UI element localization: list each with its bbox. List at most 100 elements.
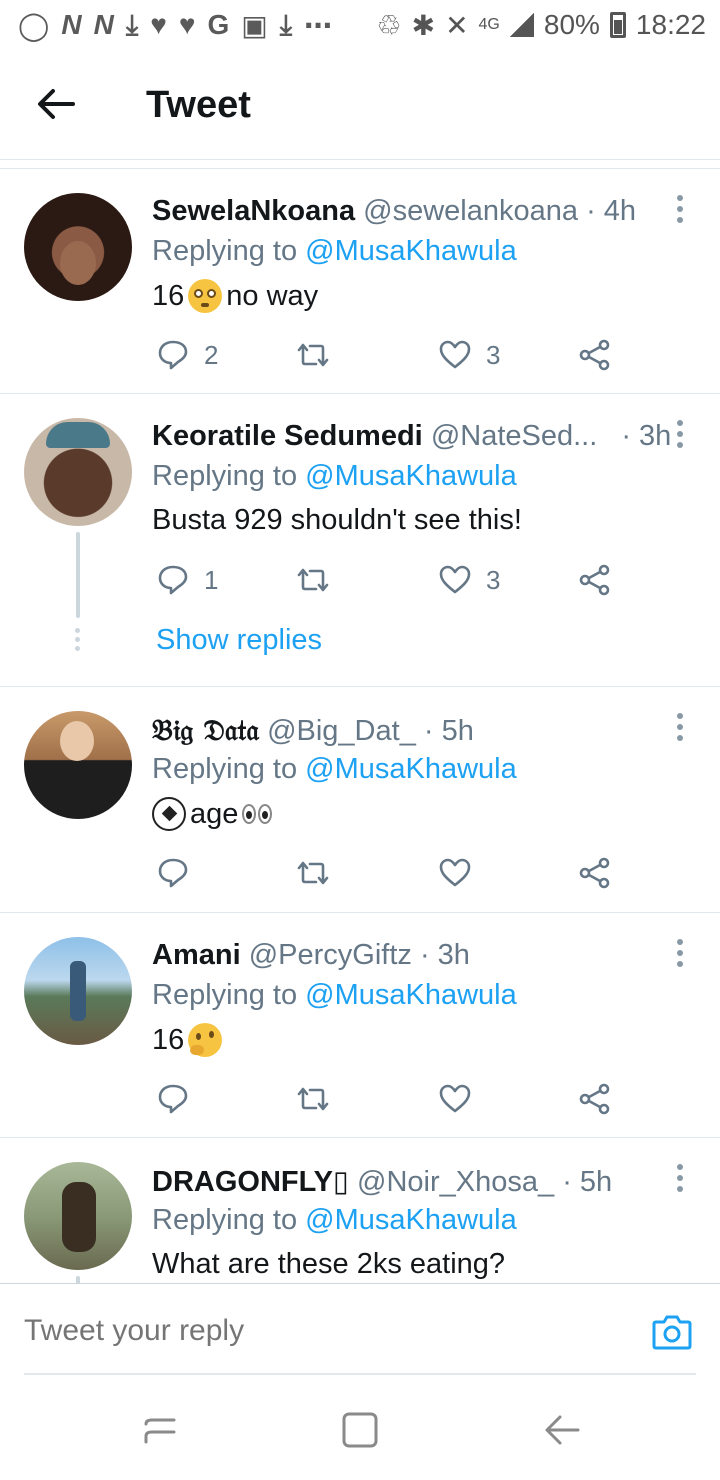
author-name[interactable]: DRAGONFLY▯ (152, 1166, 349, 1198)
tweet-text: What are these 2ks eating? (152, 1248, 506, 1280)
recycle-icon: ♲ (376, 9, 402, 41)
thinking-face-icon (188, 1023, 223, 1057)
author-handle[interactable]: @Big_Dat_ (267, 715, 416, 747)
eyes-icon (242, 804, 273, 824)
network-label: 4G (478, 16, 500, 33)
author-name[interactable]: SewelaNkoana (152, 195, 355, 227)
reply-composer (0, 1283, 720, 1378)
retweet-button[interactable] (296, 560, 330, 600)
heart-icon (439, 565, 471, 594)
reply-input[interactable] (24, 1314, 604, 1348)
like-button[interactable]: 3 (438, 560, 500, 600)
mention-link[interactable]: @MusaKhawula (305, 460, 517, 492)
retweet-icon (297, 343, 329, 367)
avatar[interactable] (24, 1162, 132, 1270)
notification-icons: ◯ N N ⤓ ♥ ♥ G ▣ ⤓ ⋯ (18, 9, 332, 42)
flushed-face-icon (188, 279, 223, 313)
author-name[interactable]: Amani (152, 939, 241, 971)
mention-link[interactable]: @MusaKhawula (305, 1204, 517, 1236)
replying-to: Replying to @MusaKhawula (152, 235, 517, 268)
more-options-icon[interactable] (670, 414, 690, 454)
page-title: Tweet (146, 84, 251, 126)
tweet-actions: 2 3 (152, 335, 622, 375)
tweet-header: Keoratile Sedumedi @NateSed... · 3h (152, 420, 671, 453)
retweet-icon (297, 861, 329, 885)
tweet-reply[interactable]: 𝔅𝔦𝔤 𝔇𝔞𝔱𝔞 @Big_Dat_ · 5h Replying to @Mus… (0, 687, 720, 913)
reply-button[interactable] (156, 1079, 190, 1119)
share-icon (579, 1083, 610, 1115)
recent-apps-icon[interactable] (140, 1410, 180, 1450)
author-name[interactable]: 𝔅𝔦𝔤 𝔇𝔞𝔱𝔞 (152, 713, 259, 747)
author-handle[interactable]: @NateSed... (431, 420, 597, 452)
camera-icon[interactable] (650, 1310, 694, 1354)
more-options-icon[interactable] (670, 1158, 690, 1198)
reply-icon (158, 565, 188, 595)
reply-icon (158, 340, 188, 370)
avatar[interactable] (24, 418, 132, 526)
thread-line (76, 532, 80, 618)
tweet-time: · 3h (621, 420, 672, 452)
back-icon[interactable] (542, 1410, 582, 1450)
share-button[interactable] (578, 560, 612, 600)
like-count: 3 (486, 564, 501, 595)
tweet-header: SewelaNkoana @sewelankoana · 4h (152, 195, 636, 228)
twitter-icon: ♥ (150, 9, 167, 40)
battery-icon (609, 12, 626, 38)
n-icon: N (93, 9, 114, 40)
share-button[interactable] (578, 1079, 612, 1119)
like-button[interactable] (438, 853, 472, 893)
share-button[interactable] (578, 335, 612, 375)
author-handle[interactable]: @Noir_Xhosa_ (357, 1166, 554, 1198)
share-icon (579, 339, 610, 371)
gallery-icon: ▣ (241, 9, 268, 41)
tweet-header: DRAGONFLY▯ @Noir_Xhosa_ · 5h (152, 1164, 612, 1199)
avatar[interactable] (24, 937, 132, 1045)
replying-to: Replying to @MusaKhawula (152, 460, 517, 493)
author-handle[interactable]: @sewelankoana (363, 195, 578, 227)
mention-link[interactable]: @MusaKhawula (305, 753, 517, 785)
retweet-button[interactable] (296, 1079, 330, 1119)
share-button[interactable] (578, 853, 612, 893)
more-options-icon[interactable] (670, 933, 690, 973)
like-button[interactable]: 3 (438, 335, 500, 375)
twitter-icon: ♥ (178, 9, 196, 40)
back-arrow-icon[interactable] (30, 78, 82, 130)
avatar[interactable] (24, 193, 132, 301)
tweet-text: 16 no way (152, 279, 318, 313)
replying-label: Replying to (152, 1204, 298, 1236)
replying-to: Replying to @MusaKhawula (152, 979, 517, 1012)
show-replies-link[interactable]: Show replies (156, 624, 322, 657)
mention-link[interactable]: @MusaKhawula (305, 979, 517, 1011)
divider (24, 1373, 696, 1375)
tweet-reply[interactable]: Keoratile Sedumedi @NateSed... · 3h Repl… (0, 394, 720, 687)
tweet-reply[interactable]: DRAGONFLY▯ @Noir_Xhosa_ · 5h Replying to… (0, 1138, 720, 1283)
battery-percent: 80% (543, 9, 600, 40)
reply-button[interactable]: 2 (156, 335, 218, 375)
tweet-time: · 4h (586, 195, 637, 227)
like-button[interactable] (438, 1079, 472, 1119)
more-options-icon[interactable] (670, 707, 690, 747)
author-handle[interactable]: @PercyGiftz (249, 939, 412, 971)
retweet-button[interactable] (296, 335, 330, 375)
replying-label: Replying to (152, 979, 298, 1011)
mention-link[interactable]: @MusaKhawula (305, 235, 517, 267)
reply-button[interactable]: 1 (156, 560, 218, 600)
more-icon: ⋯ (304, 9, 333, 41)
tweet-text-part: 16 (152, 279, 185, 312)
author-name[interactable]: Keoratile Sedumedi (152, 420, 423, 452)
soccer-ball-icon (152, 797, 186, 831)
reply-button[interactable] (156, 853, 190, 893)
more-options-icon[interactable] (670, 189, 690, 229)
tweet-text: Busta 929 shouldn't see this! (152, 504, 522, 536)
heart-icon (439, 858, 471, 887)
avatar[interactable] (24, 711, 132, 819)
tweet-reply[interactable]: Amani @PercyGiftz · 3h Replying to @Musa… (0, 913, 720, 1138)
download-icon: ⤓ (279, 8, 293, 40)
share-icon (579, 857, 610, 889)
reply-count: 1 (204, 564, 219, 595)
download-icon: ⤓ (125, 8, 139, 40)
thread-dots (75, 628, 81, 651)
home-icon[interactable] (340, 1410, 380, 1450)
tweet-reply[interactable]: SewelaNkoana @sewelankoana · 4h Replying… (0, 169, 720, 394)
retweet-button[interactable] (296, 853, 330, 893)
